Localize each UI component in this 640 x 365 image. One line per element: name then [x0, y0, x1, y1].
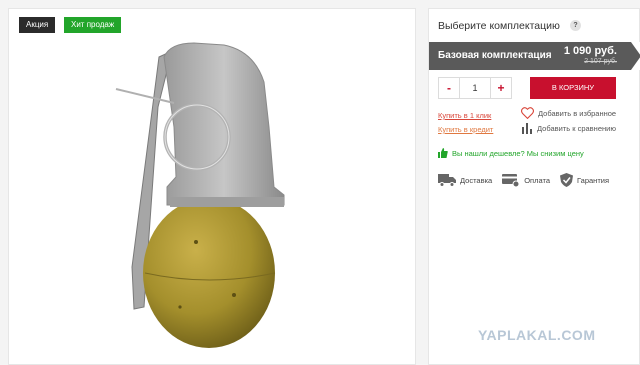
compare-icon	[522, 123, 532, 134]
quantity-input[interactable]: 1	[460, 77, 490, 99]
purchase-panel: Выберите комплектацию ? Базовая комплект…	[428, 8, 640, 365]
help-icon[interactable]: ?	[570, 20, 581, 31]
feature-delivery[interactable]: Доставка	[438, 173, 492, 187]
buy-credit-link[interactable]: Купить в кредит	[438, 125, 493, 134]
features-row: Доставка Оплата Гарантия	[438, 173, 619, 187]
thumbs-up-icon	[438, 148, 448, 158]
quantity-minus-button[interactable]: -	[438, 77, 460, 99]
feature-warranty[interactable]: Гарантия	[560, 173, 609, 187]
product-image[interactable]	[104, 37, 319, 362]
card-icon	[502, 173, 520, 187]
hit-badge: Хит продаж	[64, 17, 122, 33]
add-to-favorites[interactable]: Добавить в избранное	[521, 107, 616, 119]
heart-icon	[521, 107, 534, 119]
config-title: Выберите комплектацию	[438, 20, 560, 32]
truck-icon	[438, 174, 456, 187]
warranty-label: Гарантия	[577, 175, 610, 185]
favorites-label: Добавить в избранное	[538, 108, 617, 118]
found-cheaper-label: Вы нашли дешевле? Мы снизим цену	[452, 148, 584, 158]
quantity-plus-button[interactable]: +	[490, 77, 512, 99]
delivery-label: Доставка	[460, 175, 493, 185]
config-price: 1 090 руб.	[563, 45, 617, 57]
buy-one-click-link[interactable]: Купить в 1 клик	[438, 111, 491, 120]
config-option[interactable]: Базовая комплектация 1 090 руб. 2 107 ру…	[429, 42, 640, 70]
product-gallery: Акция Хит продаж	[8, 8, 416, 365]
payment-label: Оплата	[524, 175, 551, 185]
shield-icon	[560, 173, 574, 187]
config-old-price: 2 107 руб.	[584, 58, 617, 65]
found-cheaper-link[interactable]: Вы нашли дешевле? Мы снизим цену	[438, 148, 584, 158]
sale-badge: Акция	[19, 17, 56, 33]
add-to-compare[interactable]: Добавить к сравнению	[521, 122, 616, 134]
config-arrow-shape	[631, 42, 640, 70]
config-name: Базовая комплектация	[438, 50, 552, 61]
feature-payment[interactable]: Оплата	[502, 173, 551, 187]
add-to-cart-button[interactable]: В корзину	[530, 77, 616, 99]
watermark: YAPLAKAL.COM	[478, 327, 596, 343]
quantity-stepper: - 1 +	[438, 77, 512, 99]
compare-label: Добавить к сравнению	[537, 123, 616, 133]
